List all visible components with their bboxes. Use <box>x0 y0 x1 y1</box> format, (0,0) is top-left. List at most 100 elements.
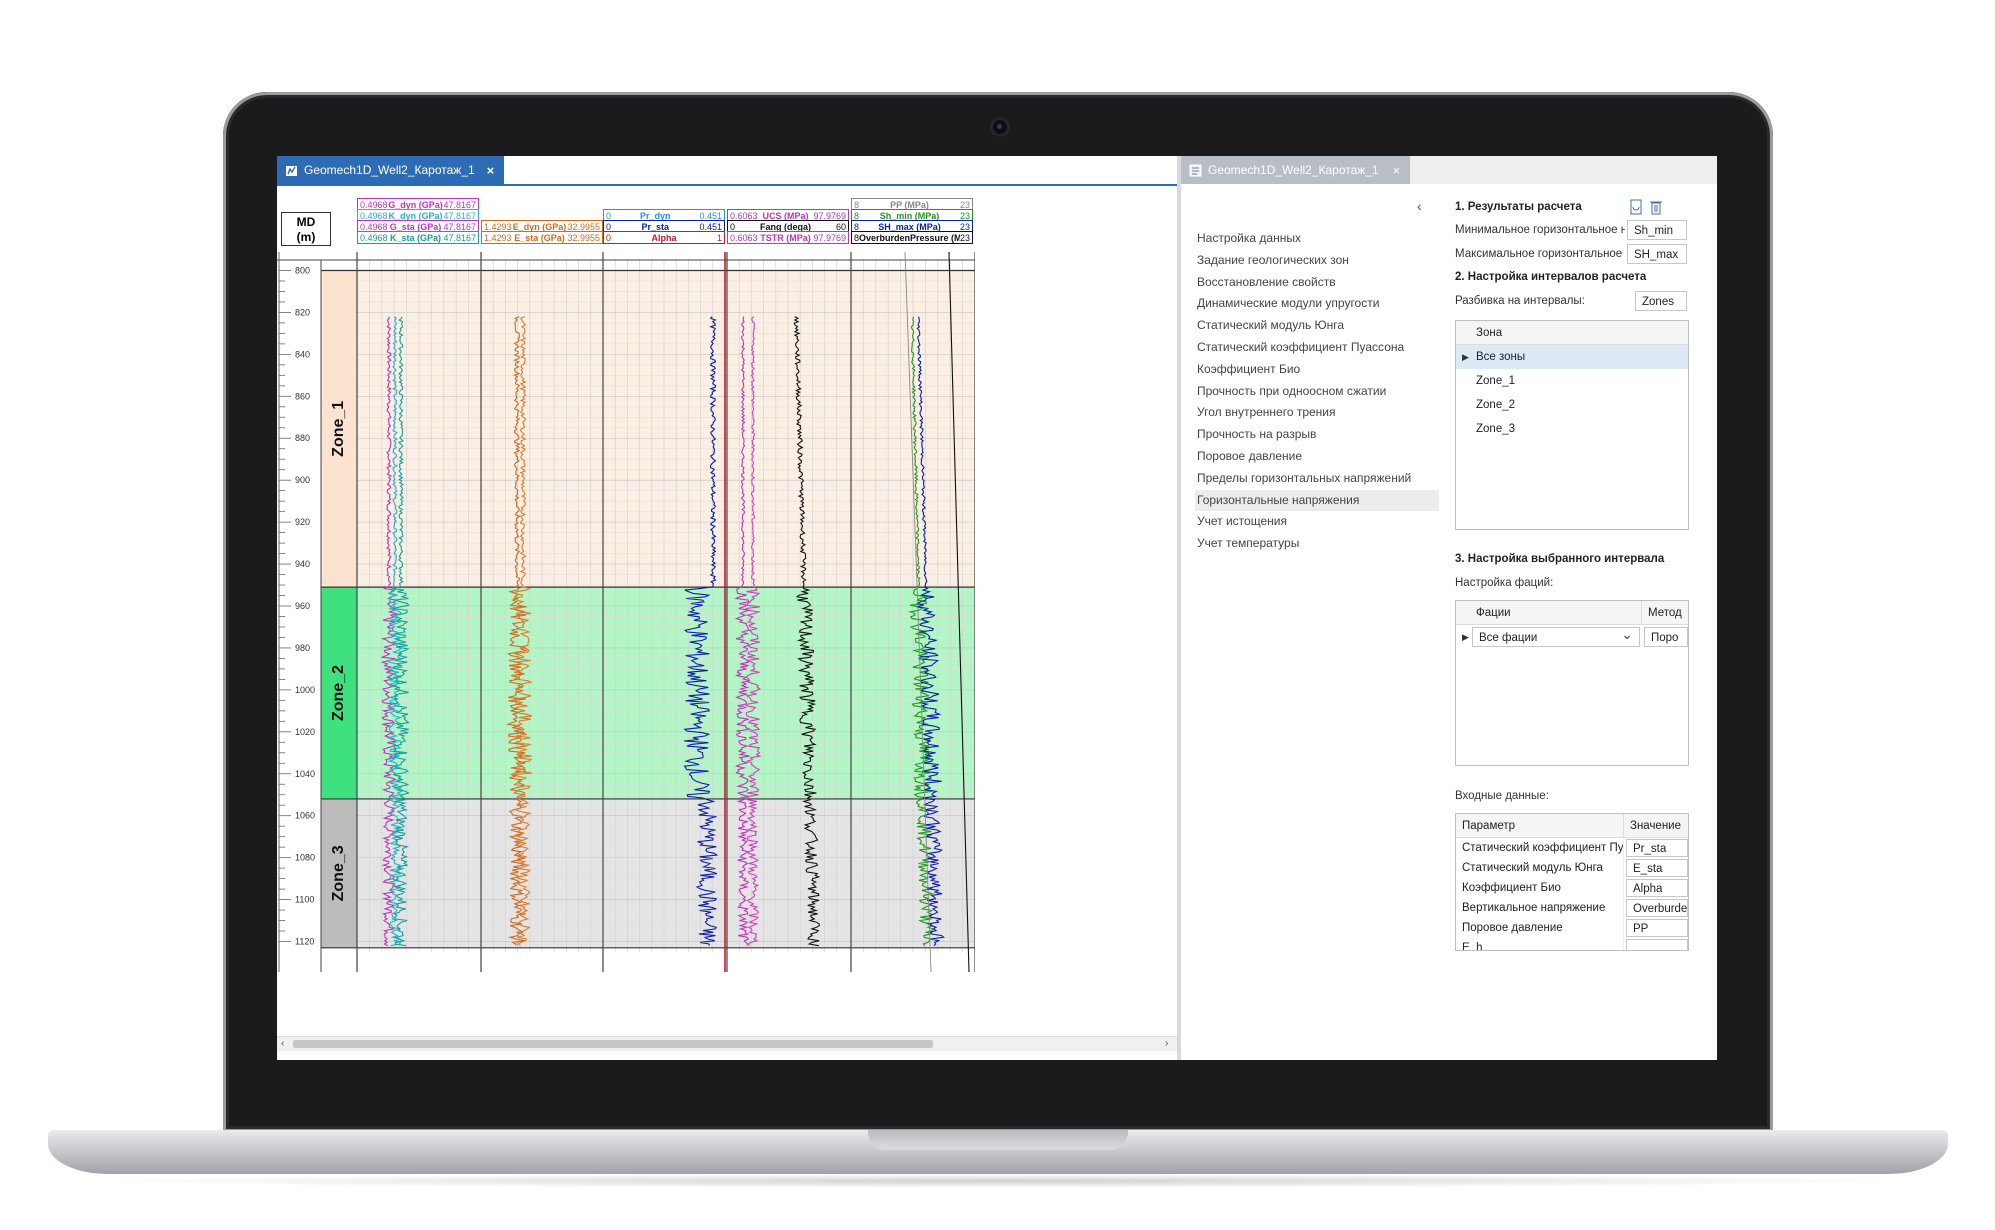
scale-max: 23 <box>959 233 970 243</box>
track-header-row[interactable]: 8OverburdenPressure (MPa)23 <box>851 231 973 244</box>
nav-item[interactable]: Прочность на разрыв <box>1195 424 1439 446</box>
scale-min: 0 <box>606 233 612 243</box>
nav-item[interactable]: Поровое давление <box>1195 446 1439 468</box>
param-header[interactable]: Параметр <box>1456 814 1624 838</box>
depth-tick-label: 1100 <box>295 895 314 905</box>
scale-min: 8 <box>854 233 860 243</box>
facies-header[interactable]: Фации <box>1456 601 1642 625</box>
facies-grid[interactable]: Фации Метод ▶ Все фации ⌄ Поро <box>1455 600 1689 766</box>
settings-document-icon <box>1189 164 1202 176</box>
input-params-grid[interactable]: Параметр Значение Статический коэффициент … <box>1455 813 1689 951</box>
nav-item[interactable]: Горизонтальные напряжения <box>1195 489 1439 512</box>
scale-max: 1 <box>716 233 722 243</box>
method-header[interactable]: Метод <box>1642 601 1688 625</box>
nav-item[interactable]: Коэффициент Био <box>1195 359 1439 381</box>
facies-select[interactable]: Все фации ⌄ <box>1472 627 1640 647</box>
zone-row[interactable]: Zone_1 <box>1456 369 1688 393</box>
empty-area <box>975 252 1177 972</box>
param-name[interactable]: Статический коэффициент Пуас <box>1456 838 1624 858</box>
nav-item[interactable]: Статический модуль Юнга <box>1195 315 1439 337</box>
depth-tick-label: 980 <box>295 643 310 653</box>
curve-name: Alpha <box>651 233 677 243</box>
facies-row[interactable]: ▶ Все фации ⌄ Поро <box>1456 625 1688 649</box>
curve-name: K_sta (GPa) <box>389 233 441 243</box>
chevron-down-icon[interactable]: ⌄ <box>1621 628 1633 644</box>
zone-band <box>357 270 975 588</box>
zone-row[interactable]: Zone_2 <box>1456 393 1688 417</box>
track-header-row[interactable]: 0.6063 TSTR (MPa) 97.9769 <box>727 231 849 244</box>
nav-item[interactable]: Учет истощения <box>1195 511 1439 533</box>
depth-tick-label: 820 <box>295 307 310 317</box>
param-value-select[interactable]: OverburdenP <box>1626 899 1688 917</box>
scroll-left-icon[interactable]: ‹ <box>281 1037 284 1051</box>
zone-grid-header[interactable]: Зона <box>1456 321 1688 345</box>
param-value-select[interactable]: Pr_sta <box>1626 839 1688 857</box>
param-name[interactable]: Вертикальное напряжение <box>1456 898 1624 918</box>
input-data-label: Входные данные: <box>1455 790 1549 802</box>
scale-min: 1.4293 <box>484 233 512 243</box>
laptop-notch <box>868 1130 1128 1150</box>
scale-max: 97.9769 <box>813 233 846 243</box>
nav-item[interactable]: Прочность при одноосном сжатии <box>1195 381 1439 403</box>
scroll-right-icon[interactable]: › <box>1165 1037 1168 1051</box>
param-value-select[interactable]: PP <box>1626 919 1688 937</box>
depth-tick-label: 960 <box>295 601 310 611</box>
delete-icon[interactable] <box>1649 199 1663 215</box>
param-name[interactable]: Коэффициент Био <box>1456 878 1624 898</box>
param-value-select[interactable]: Alpha <box>1626 879 1688 897</box>
max-stress-field[interactable]: SH_max <box>1627 244 1687 264</box>
curve-name: TSTR (MPa) <box>760 233 811 243</box>
nav-item[interactable]: Восстановление свойств <box>1195 272 1439 294</box>
nav-item[interactable]: Угол внутреннего трения <box>1195 402 1439 424</box>
zone-label: Zone_2 <box>330 665 347 721</box>
tab-well-log[interactable]: Geomech1D_Well2_Каротаж_1 × <box>277 156 505 184</box>
settings-window: Geomech1D_Well2_Каротаж_1 × ‹ Настройка … <box>1177 156 1717 1060</box>
param-value-select[interactable] <box>1626 939 1688 950</box>
param-value-select[interactable]: E_sta <box>1626 859 1688 877</box>
tab-settings[interactable]: Geomech1D_Well2_Каротаж_1 × <box>1181 156 1411 184</box>
depth-tick-label: 940 <box>295 559 310 569</box>
track-header-row[interactable]: 0 Alpha 1 <box>603 231 725 244</box>
nav-item[interactable]: Настройка данных <box>1195 228 1439 250</box>
min-stress-field[interactable]: Sh_min <box>1627 220 1687 240</box>
zone-row[interactable]: Все зоны ▶ <box>1456 345 1688 369</box>
track-header-row[interactable]: 1.4293 E_sta (GPa) 32.9955 <box>481 231 603 244</box>
scale-min: 0.4968 <box>360 233 388 243</box>
zone-row[interactable]: Zone_3 <box>1456 417 1688 441</box>
param-name[interactable]: E_h <box>1456 938 1624 950</box>
split-select[interactable]: Zones <box>1635 291 1687 311</box>
laptop-shadow <box>80 1174 1920 1188</box>
screen: Geomech1D_Well2_Каротаж_1 × MD (m) 0.496… <box>277 156 1717 1060</box>
section-results-title: 1. Результаты расчета <box>1455 201 1582 213</box>
param-name[interactable]: Статический модуль Юнга <box>1456 858 1624 878</box>
nav-item[interactable]: Задание геологических зон <box>1195 250 1439 272</box>
depth-tick-label: 1120 <box>295 937 314 947</box>
close-icon[interactable]: × <box>487 163 495 178</box>
nav-item[interactable]: Статический коэффициент Пуассона <box>1195 337 1439 359</box>
row-pointer-icon: ▶ <box>1462 352 1469 362</box>
depth-tick-label: 840 <box>295 349 310 359</box>
close-icon[interactable]: × <box>1393 163 1401 178</box>
zone-label: Zone_1 <box>330 401 347 457</box>
zone-grid[interactable]: Зона Все зоны ▶ Zone_1 Zone_2 Zone_3 <box>1455 320 1689 530</box>
md-label: MD <box>296 215 316 229</box>
settings-nav: Настройка данных Задание геологических зо… <box>1195 228 1439 555</box>
zone-band <box>357 798 975 948</box>
tab-title: Geomech1D_Well2_Каротаж_1 <box>304 163 475 177</box>
depth-tick-label: 1040 <box>295 769 315 779</box>
nav-item[interactable]: Пределы горизонтальных напряжений <box>1195 468 1439 490</box>
collapse-nav-icon[interactable]: ‹ <box>1417 198 1422 214</box>
export-icon[interactable] <box>1629 199 1643 215</box>
method-select[interactable]: Поро <box>1644 627 1688 647</box>
section-selected-title: 3. Настройка выбранного интервала <box>1455 553 1665 565</box>
nav-item[interactable]: Динамические модули упругости <box>1195 293 1439 315</box>
horizontal-scrollbar[interactable]: ‹ › <box>277 1036 1177 1051</box>
nav-item[interactable]: Учет температуры <box>1195 533 1439 555</box>
depth-tick-label: 1020 <box>295 727 315 737</box>
param-name[interactable]: Поровое давление <box>1456 918 1624 938</box>
track-header-row[interactable]: 0.4968 K_sta (GPa) 47.8167 <box>357 231 479 244</box>
document-tab-bar: Geomech1D_Well2_Каротаж_1 × <box>277 156 1177 186</box>
value-header[interactable]: Значение <box>1624 814 1688 838</box>
well-log-plot[interactable]: 800 820 840 860 880 900 920 940 960 980 1000 1020 10… <box>277 252 1177 1036</box>
scroll-thumb[interactable] <box>293 1040 933 1048</box>
